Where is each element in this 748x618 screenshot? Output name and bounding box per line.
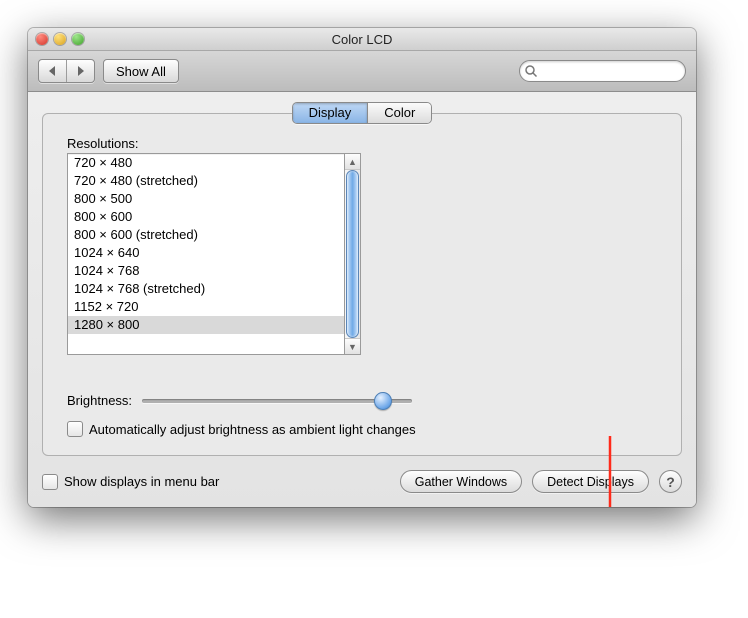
footer: Show displays in menu bar Gather Windows… [42, 470, 682, 493]
toolbar: Show All [28, 51, 696, 92]
auto-brightness-label: Automatically adjust brightness as ambie… [89, 422, 416, 437]
resolution-row[interactable]: 800 × 600 (stretched) [68, 226, 344, 244]
resolution-row[interactable]: 1280 × 800 [68, 316, 344, 334]
menubar-row: Show displays in menu bar [42, 474, 219, 490]
chevron-right-icon [76, 66, 85, 76]
forward-button[interactable] [66, 60, 94, 82]
scroll-down-icon[interactable]: ▼ [345, 338, 360, 354]
body: DisplayColor Resolutions: 720 × 480720 ×… [28, 92, 696, 507]
tab-color[interactable]: Color [367, 103, 431, 123]
resolution-row[interactable]: 800 × 600 [68, 208, 344, 226]
help-icon: ? [666, 474, 675, 490]
scroll-track[interactable] [345, 170, 360, 338]
preferences-window: Color LCD Show All DisplayColor [28, 28, 696, 507]
show-all-button[interactable]: Show All [103, 59, 179, 83]
tab-bar: DisplayColor [42, 102, 682, 124]
detect-displays-label: Detect Displays [547, 475, 634, 489]
tab-display[interactable]: Display [293, 103, 368, 123]
gather-windows-button[interactable]: Gather Windows [400, 470, 522, 493]
search-field[interactable] [519, 60, 686, 82]
scroll-thumb[interactable] [346, 170, 359, 338]
resolutions-label: Resolutions: [67, 136, 657, 151]
resolution-row[interactable]: 720 × 480 [68, 154, 344, 172]
scrollbar[interactable]: ▲ ▼ [345, 153, 361, 355]
brightness-slider[interactable] [142, 391, 412, 409]
show-all-label: Show All [116, 64, 166, 79]
back-button[interactable] [39, 60, 66, 82]
menubar-label: Show displays in menu bar [64, 474, 219, 489]
search-icon [524, 64, 538, 78]
resolution-row[interactable]: 1024 × 640 [68, 244, 344, 262]
resolution-row[interactable]: 1152 × 720 [68, 298, 344, 316]
auto-brightness-checkbox[interactable] [67, 421, 83, 437]
scroll-up-icon[interactable]: ▲ [345, 154, 360, 170]
gather-windows-label: Gather Windows [415, 475, 507, 489]
resolution-row[interactable]: 800 × 500 [68, 190, 344, 208]
help-button[interactable]: ? [659, 470, 682, 493]
resolutions-list[interactable]: 720 × 480720 × 480 (stretched)800 × 5008… [67, 153, 345, 355]
brightness-row: Brightness: [67, 391, 657, 409]
window-title: Color LCD [28, 32, 696, 47]
slider-knob[interactable] [374, 392, 392, 410]
resolution-row[interactable]: 1024 × 768 [68, 262, 344, 280]
search-input[interactable] [540, 63, 679, 79]
nav-segmented [38, 59, 95, 83]
resolution-row[interactable]: 1024 × 768 (stretched) [68, 280, 344, 298]
titlebar: Color LCD [28, 28, 696, 51]
menubar-checkbox[interactable] [42, 474, 58, 490]
display-panel: Resolutions: 720 × 480720 × 480 (stretch… [42, 113, 682, 456]
auto-brightness-row: Automatically adjust brightness as ambie… [67, 421, 657, 437]
resolution-row[interactable]: 720 × 480 (stretched) [68, 172, 344, 190]
brightness-label: Brightness: [67, 393, 132, 408]
detect-displays-button[interactable]: Detect Displays [532, 470, 649, 493]
slider-track [142, 399, 412, 403]
chevron-left-icon [48, 66, 57, 76]
